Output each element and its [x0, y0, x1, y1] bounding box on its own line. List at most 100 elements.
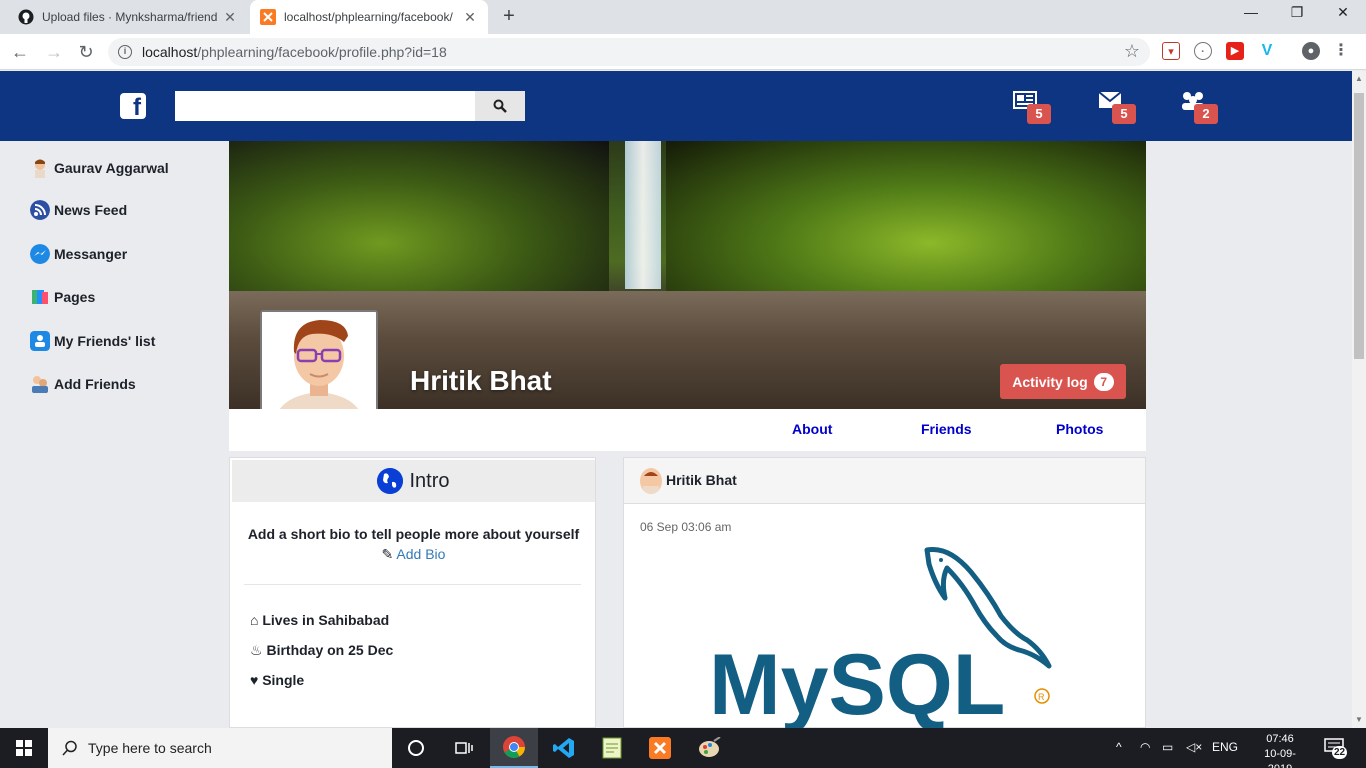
friend-requests-notification[interactable]: 2	[1180, 91, 1218, 124]
windows-logo-icon	[16, 740, 32, 756]
messages-notification[interactable]: 5	[1098, 91, 1136, 124]
sidebar-item-profile[interactable]: Gaurav Aggarwal	[30, 156, 169, 180]
browser-tab-strip: Upload files · Mynksharma/friend ✕ local…	[0, 0, 1366, 34]
info-icon[interactable]: i	[118, 45, 132, 59]
news-notification[interactable]: 5	[1013, 91, 1051, 124]
scroll-up-icon[interactable]: ▲	[1352, 71, 1366, 87]
start-button[interactable]	[0, 728, 48, 768]
cover-rock-left	[229, 141, 609, 311]
language-indicator[interactable]: ENG	[1212, 740, 1238, 754]
taskbar-search[interactable]: Type here to search	[48, 728, 392, 768]
tab-title: localhost/phplearning/facebook/	[284, 10, 453, 24]
bio-prompt: Add a short bio to tell people more abou…	[247, 526, 580, 542]
task-view-icon	[455, 742, 473, 754]
forward-button[interactable]: →	[42, 40, 66, 64]
cortana-button[interactable]	[392, 728, 440, 768]
scrollbar-thumb[interactable]	[1354, 93, 1364, 359]
tab-title: Upload files · Mynksharma/friend	[42, 10, 218, 24]
volume-icon[interactable]: ◁×	[1186, 740, 1202, 754]
bookmark-star-icon[interactable]: ☆	[1124, 41, 1140, 62]
reload-button[interactable]: ↻	[74, 40, 98, 64]
profile-account-icon[interactable]: ●	[1302, 42, 1320, 60]
sidebar-item-label: Add Friends	[54, 376, 136, 392]
taskbar-vscode[interactable]	[540, 728, 588, 768]
extension-pocket-icon[interactable]: ▾	[1162, 42, 1180, 60]
taskbar-search-placeholder: Type here to search	[88, 740, 212, 756]
taskbar-chrome[interactable]	[490, 728, 538, 768]
search-button[interactable]	[475, 91, 525, 121]
about-link[interactable]: About	[792, 421, 832, 437]
globe-icon	[377, 468, 404, 494]
address-bar[interactable]: i localhost/phplearning/facebook/profile…	[108, 38, 1150, 66]
url-text: localhost/phplearning/facebook/profile.p…	[142, 44, 447, 60]
taskbar-paint[interactable]	[686, 728, 734, 768]
page-scrollbar[interactable]: ▲ ▼	[1352, 71, 1366, 728]
intro-card: Intro Add a short bio to tell people mor…	[229, 457, 596, 728]
user-avatar-icon	[35, 159, 45, 178]
wifi-icon[interactable]: ◠	[1140, 740, 1150, 754]
activity-log-count: 7	[1093, 372, 1114, 391]
add-friends-icon	[32, 376, 48, 393]
tab-close-icon[interactable]: ✕	[222, 9, 238, 26]
sidebar-item-label: Messanger	[54, 246, 128, 262]
close-window-button[interactable]: ✕	[1320, 4, 1366, 28]
tab-localhost[interactable]: localhost/phplearning/facebook/ ✕	[250, 0, 488, 34]
search-input[interactable]	[175, 91, 475, 121]
clock[interactable]: 07:46 10-09-2019	[1252, 732, 1308, 768]
action-center-button[interactable]: 22	[1322, 736, 1350, 760]
sidebar-item-label: News Feed	[54, 202, 128, 218]
sidebar-item-messanger[interactable]: Messanger	[30, 242, 127, 266]
svg-text:MySQL: MySQL	[709, 637, 1005, 729]
svg-text:R: R	[1038, 692, 1045, 702]
show-hidden-icons[interactable]: ^	[1116, 740, 1122, 754]
facebook-header: f 5 5 2	[0, 71, 1352, 141]
relationship-status: ♥ Single	[250, 672, 304, 688]
post-author-avatar[interactable]	[640, 468, 662, 494]
taskbar-notepad[interactable]	[588, 728, 636, 768]
pages-icon	[32, 290, 48, 304]
sidebar-item-add-friends[interactable]: Add Friends	[30, 372, 136, 396]
vscode-icon	[553, 738, 574, 758]
photos-link[interactable]: Photos	[1056, 421, 1103, 437]
news-badge: 5	[1027, 104, 1051, 124]
xampp-icon	[649, 737, 671, 759]
add-bio-link[interactable]: ✎ Add Bio	[230, 546, 597, 563]
post-author-name[interactable]: Hritik Bhat	[666, 472, 737, 488]
menu-kebab-icon[interactable]: ⋮	[1332, 42, 1350, 60]
relationship-text: Single	[262, 672, 305, 688]
sidebar-item-friends-list[interactable]: My Friends' list	[30, 329, 155, 353]
maximize-button[interactable]: ❐	[1274, 4, 1320, 28]
back-button[interactable]: ←	[8, 40, 32, 64]
intro-divider	[244, 584, 581, 585]
sidebar-item-label: Gaurav Aggarwal	[54, 160, 169, 176]
intro-header: Intro	[232, 460, 595, 502]
tab-upload-files[interactable]: Upload files · Mynksharma/friend ✕	[8, 0, 248, 34]
sidebar-item-pages[interactable]: Pages	[30, 285, 95, 309]
extension-code-icon[interactable]: ·	[1194, 42, 1212, 60]
taskbar-xampp[interactable]	[636, 728, 684, 768]
post-image[interactable]: MySQL R	[709, 544, 1059, 733]
cortana-icon	[408, 740, 424, 756]
lives-in: ⌂ Lives in Sahibabad	[250, 612, 389, 628]
cover-waterfall	[625, 141, 661, 289]
facebook-logo-icon[interactable]: f	[120, 93, 146, 119]
extension-youtube-icon[interactable]: ▶	[1226, 42, 1244, 60]
search-icon	[493, 99, 507, 113]
browser-toolbar: ← → ↻ i localhost/phplearning/facebook/p…	[0, 34, 1366, 70]
activity-log-button[interactable]: Activity log 7	[1000, 364, 1126, 399]
sidebar-item-news-feed[interactable]: News Feed	[30, 198, 127, 222]
minimize-button[interactable]: —	[1228, 4, 1274, 28]
extension-vimeo-icon[interactable]: V	[1258, 42, 1276, 60]
lives-in-text: Lives in Sahibabad	[262, 612, 390, 628]
friends-link[interactable]: Friends	[921, 421, 972, 437]
left-sidebar: Gaurav Aggarwal News Feed Messanger Page…	[0, 141, 229, 728]
heart-icon: ♥	[250, 672, 259, 688]
task-view-button[interactable]	[440, 728, 488, 768]
scroll-down-icon[interactable]: ▼	[1352, 712, 1366, 728]
tab-close-icon[interactable]: ✕	[462, 9, 478, 26]
clock-time: 07:46	[1266, 733, 1294, 745]
battery-icon[interactable]: ▭	[1162, 740, 1173, 754]
xampp-icon	[260, 9, 276, 25]
new-tab-button[interactable]: +	[498, 6, 520, 28]
clock-date: 10-09-2019	[1264, 748, 1296, 768]
